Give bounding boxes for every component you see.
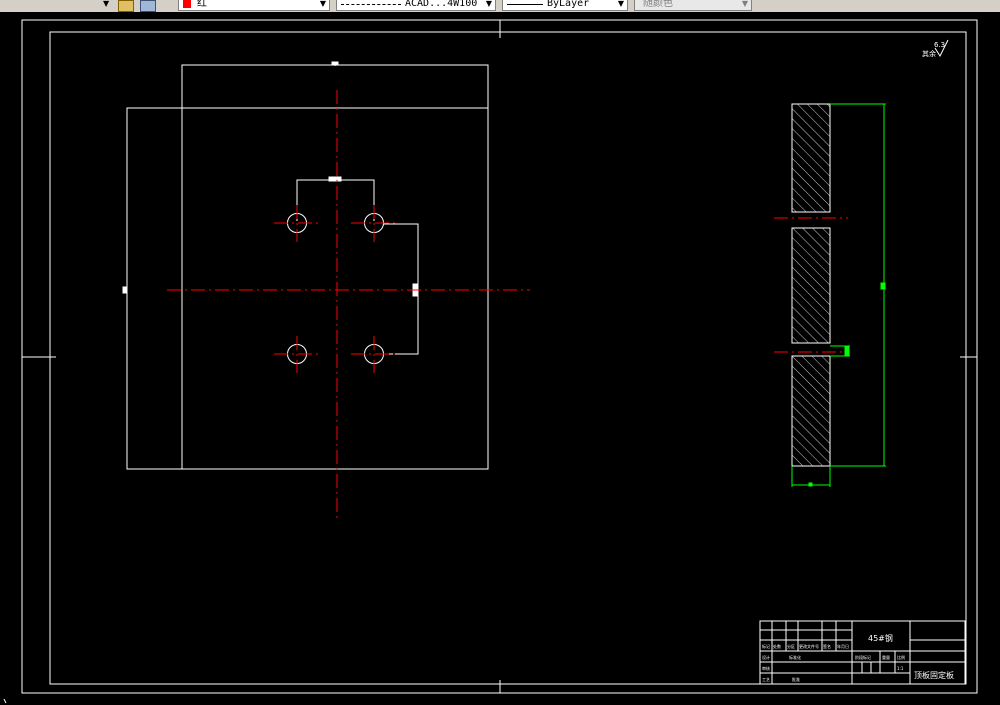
tb-label: 标准化 [789, 654, 801, 660]
lineweight-preview [507, 4, 543, 5]
layer-states-icon[interactable] [140, 0, 156, 12]
material-text: 45#钢 [868, 633, 893, 643]
tb-label: 标记 [762, 643, 770, 649]
tb-label: 阶段标记 [855, 654, 871, 660]
tb-label: 处数 [773, 643, 781, 649]
tb-label: 审核 [762, 665, 770, 671]
tb-label: 工艺 [762, 677, 770, 682]
color-dropdown[interactable]: 红 ▼ [178, 0, 330, 11]
tb-label: 重量 [882, 654, 890, 660]
surface-finish-note: 其余 [922, 49, 936, 58]
chevron-down-icon: ▼ [617, 0, 624, 8]
tb-label: 1:1 [897, 666, 904, 671]
tb-label: 分区 [787, 643, 795, 649]
chevron-down-icon: ▼ [741, 0, 748, 8]
color-label: 红 [197, 0, 207, 9]
linetype-label: ACAD...4W100 [405, 0, 478, 9]
chevron-down-icon[interactable]: ▼ [103, 0, 109, 8]
layer-manager-icon[interactable] [118, 0, 134, 12]
center-lines [167, 90, 848, 520]
lineweight-label: ByLayer [547, 0, 590, 9]
tb-label: 设计 [762, 654, 770, 660]
plotstyle-label: 随颜色 [643, 0, 673, 9]
front-view [122, 61, 489, 470]
linetype-preview [341, 4, 401, 5]
color-swatch [183, 0, 191, 8]
tb-label: 签名 [823, 643, 831, 649]
tb-label: 比例 [897, 654, 905, 660]
chevron-down-icon: ▼ [319, 0, 326, 8]
linetype-dropdown[interactable]: ACAD...4W100 ▼ [336, 0, 496, 11]
drawing-canvas[interactable]: 6.3 其余 45#钢 顶板固定板 标记 处数 分区 更改文件号 签名 年月日 … [0, 12, 1000, 705]
part-name-text: 顶板固定板 [914, 670, 954, 680]
plotstyle-dropdown[interactable]: 随颜色 ▼ [634, 0, 752, 11]
lineweight-dropdown[interactable]: ByLayer ▼ [502, 0, 628, 11]
cad-drawing: 6.3 其余 45#钢 顶板固定板 标记 处数 分区 更改文件号 签名 年月日 … [3, 19, 978, 704]
tb-label: 更改文件号 [799, 643, 819, 649]
section-view [791, 103, 831, 467]
surface-finish-value: 6.3 [934, 41, 945, 49]
chevron-down-icon: ▼ [485, 0, 492, 8]
tb-label: 年月日 [837, 643, 849, 649]
tb-label: 批准 [792, 676, 800, 682]
